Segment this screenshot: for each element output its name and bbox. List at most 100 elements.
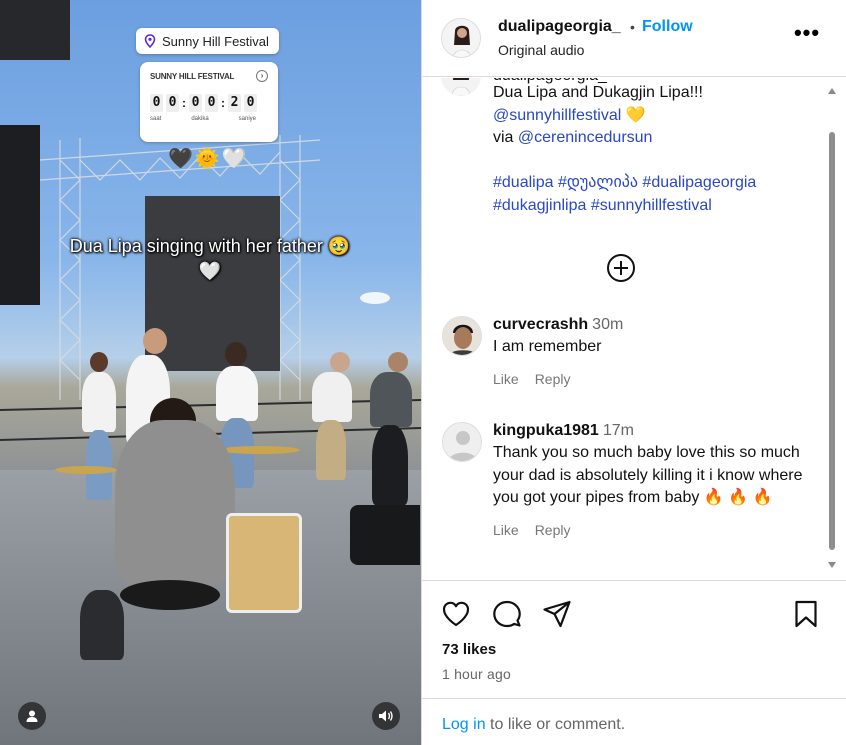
- comment-actions: Like Reply: [493, 371, 813, 387]
- more-options-button[interactable]: •••: [792, 22, 822, 50]
- countdown-digit: 2: [228, 94, 241, 112]
- drum-throne: [120, 580, 220, 610]
- share-icon[interactable]: [542, 599, 572, 629]
- countdown-unit-seconds: saniye: [238, 116, 256, 122]
- caption-mention-line: @sunnyhillfestival 💛: [493, 105, 813, 128]
- reply-comment-button[interactable]: Reply: [535, 371, 571, 387]
- scrollbar-thumb[interactable]: [829, 132, 835, 550]
- reply-comment-button[interactable]: Reply: [535, 522, 571, 538]
- load-more-comments-button[interactable]: [607, 254, 635, 282]
- cymbal-right: [220, 446, 300, 454]
- cymbal-left: [55, 466, 117, 474]
- post-header: dualipageorgia_ • Follow Original audio …: [422, 0, 846, 77]
- comment-username[interactable]: kingpuka1981: [493, 422, 599, 439]
- post-timestamp[interactable]: 1 hour ago: [442, 666, 511, 682]
- countdown-units: saat dakika saniye: [150, 116, 268, 122]
- comment-time[interactable]: 17m: [603, 422, 634, 439]
- more-icon: •••: [793, 20, 821, 45]
- via-label: via: [493, 129, 518, 146]
- countdown-digit: 0: [244, 94, 257, 112]
- dua-head: [225, 342, 247, 366]
- like-comment-button[interactable]: Like: [493, 371, 519, 387]
- drummer-legs: [80, 590, 124, 660]
- post-actions: 73 likes 1 hour ago: [422, 580, 846, 698]
- countdown-digit: 0: [205, 94, 218, 112]
- audio-label[interactable]: Original audio: [498, 42, 584, 58]
- heart-emoji: 💛: [625, 106, 646, 124]
- mention-link[interactable]: @sunnyhillfestival: [493, 107, 621, 124]
- countdown-separator: :: [182, 96, 186, 110]
- heart-icon[interactable]: [441, 599, 471, 629]
- hashtag-line[interactable]: #dukagjinlipa #sunnyhillfestival: [493, 195, 813, 218]
- avatar-image: [442, 19, 480, 57]
- comment-body: kingpuka1981 17m Thank you so much baby l…: [493, 422, 813, 538]
- login-rest-text: to like or comment.: [485, 716, 626, 733]
- father-head: [143, 328, 167, 354]
- countdown-sticker[interactable]: SUNNY HILL FESTIVAL › 0 0 : 0 0 : 2 0 sa…: [140, 62, 278, 142]
- countdown-separator: :: [221, 96, 225, 110]
- default-avatar-icon: [443, 423, 481, 461]
- comment-avatar[interactable]: [442, 316, 482, 356]
- scroll-up-icon[interactable]: [828, 88, 836, 94]
- post-caption: dualipageorgia_ Dua Lipa and Dukagjin Li…: [493, 78, 813, 218]
- caption-via-line: via @cerenincedursun: [493, 127, 813, 150]
- guitarist-2: [370, 372, 412, 427]
- post-media[interactable]: Sunny Hill Festival SUNNY HILL FESTIVAL …: [0, 0, 421, 745]
- follow-button[interactable]: Follow: [642, 18, 693, 36]
- singer-1-head: [90, 352, 108, 372]
- comment-avatar[interactable]: [442, 422, 482, 462]
- emoji-sticker: 🖤🌞🤍: [168, 148, 249, 170]
- video-overlay-text: Dua Lipa singing with her father 🥹🤍: [69, 236, 351, 281]
- dua: [216, 366, 258, 421]
- likes-count[interactable]: 73 likes: [442, 641, 496, 658]
- bookmark-icon[interactable]: [791, 599, 821, 629]
- avatar-image: [443, 317, 481, 355]
- stage-monitor: [350, 505, 420, 565]
- caption-username[interactable]: dualipageorgia_: [493, 78, 607, 88]
- author-avatar[interactable]: [441, 18, 481, 58]
- post-panel: dualipageorgia_ • Follow Original audio …: [421, 0, 846, 745]
- location-sticker[interactable]: Sunny Hill Festival: [136, 28, 279, 54]
- guitarist-2-head: [388, 352, 408, 372]
- guitarist-2-pants: [372, 425, 408, 505]
- countdown-unit-minutes: dakika: [191, 116, 209, 122]
- hashtag-line[interactable]: #dualipa #დუალიპა #dualipageorgia: [493, 172, 813, 195]
- guitarist-1-head: [330, 352, 350, 372]
- scrollbar[interactable]: [826, 86, 838, 570]
- caption-author-avatar[interactable]: [441, 78, 481, 96]
- countdown-unit-hours: saat: [150, 116, 162, 122]
- countdown-digit: 0: [150, 94, 163, 112]
- avatar-image: [451, 78, 471, 96]
- countdown-digits: 0 0 : 0 0 : 2 0: [150, 94, 268, 112]
- login-prompt-text: Log in to like or comment.: [442, 716, 625, 734]
- singer-1-jeans: [86, 430, 112, 500]
- comment-time[interactable]: 30m: [592, 316, 623, 333]
- scroll-down-icon[interactable]: [828, 562, 836, 568]
- guitarist-1: [312, 372, 352, 422]
- countdown-digit: 0: [166, 94, 179, 112]
- user-icon: [26, 710, 38, 722]
- mute-button[interactable]: [372, 702, 400, 730]
- drum-tom: [226, 513, 302, 613]
- login-link[interactable]: Log in: [442, 716, 486, 733]
- comment-body: curvecrashh 30m I am remember Like Reply: [493, 316, 813, 387]
- author-username[interactable]: dualipageorgia_: [498, 18, 621, 36]
- like-comment-button[interactable]: Like: [493, 522, 519, 538]
- tagged-users-button[interactable]: [18, 702, 46, 730]
- location-pin-icon: [144, 34, 156, 48]
- comment-text: I am remember: [493, 338, 602, 355]
- comment-icon[interactable]: [492, 599, 522, 629]
- mention-link[interactable]: @cerenincedursun: [518, 129, 653, 146]
- drummer: [115, 420, 235, 585]
- separator-dot: •: [630, 19, 635, 35]
- comment-username[interactable]: curvecrashh: [493, 316, 588, 333]
- arrow-right-icon: ›: [256, 70, 268, 82]
- speaker-icon: [379, 710, 393, 722]
- countdown-digit: 0: [189, 94, 202, 112]
- comment-actions: Like Reply: [493, 522, 813, 538]
- comments-scroll-area[interactable]: dualipageorgia_ Dua Lipa and Dukagjin Li…: [422, 78, 846, 580]
- singer-1: [82, 372, 116, 432]
- countdown-title: SUNNY HILL FESTIVAL: [150, 71, 235, 81]
- cloud: [360, 292, 390, 304]
